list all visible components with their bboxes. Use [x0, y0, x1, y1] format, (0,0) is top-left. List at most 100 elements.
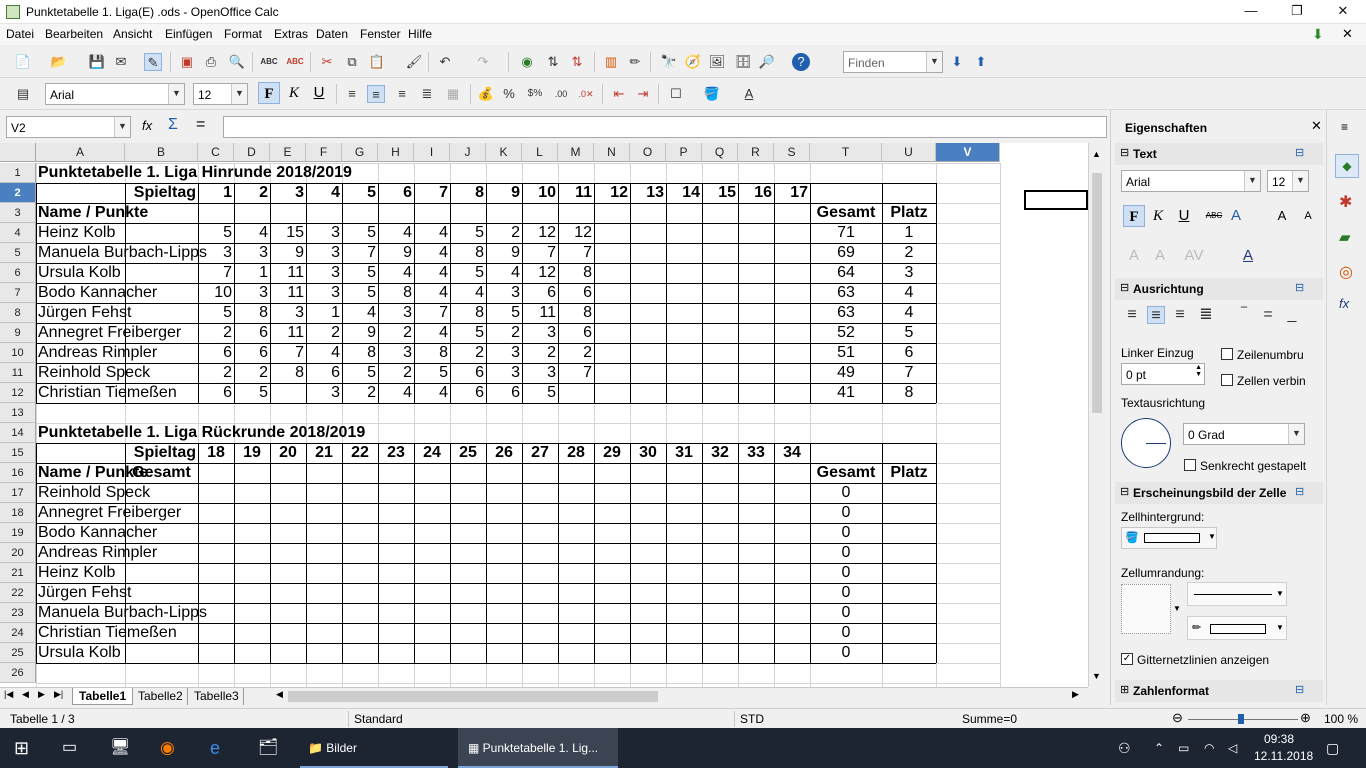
player-name[interactable]: Christian Tiemeßen [36, 623, 198, 643]
rank-cell[interactable]: 6 [882, 343, 936, 363]
points-cell[interactable]: 5 [342, 263, 378, 283]
label-spieltag[interactable]: Spieltag [36, 183, 198, 203]
points-cell[interactable]: 2 [378, 363, 414, 383]
column-header-l[interactable]: L [522, 143, 558, 162]
points-cell[interactable]: 5 [450, 223, 486, 243]
total-cell[interactable]: 0 [810, 563, 882, 583]
label-platz[interactable]: Platz [882, 203, 936, 223]
menu-datei[interactable]: Datei [6, 27, 34, 41]
collapse-icon[interactable]: ⊟ [1120, 281, 1129, 294]
merge-cells-icon[interactable]: ▦ [444, 85, 462, 103]
scroll-down-icon[interactable]: ▼ [1092, 671, 1101, 681]
row-header-5[interactable]: 5 [0, 243, 36, 263]
horizontal-scroll-thumb[interactable] [288, 691, 658, 702]
total-cell[interactable]: 0 [810, 583, 882, 603]
decrease-indent-icon[interactable]: ⇤ [610, 85, 628, 103]
merge-cells-checkbox[interactable] [1221, 374, 1233, 386]
menu-daten[interactable]: Daten [316, 27, 348, 41]
spieltag-number[interactable]: 18 [198, 443, 234, 463]
tray-arrow-icon[interactable]: ⌃ [1154, 728, 1164, 768]
update-icon[interactable]: ⬇ [1312, 26, 1324, 43]
selected-cell-v2[interactable] [1024, 190, 1088, 210]
column-header-j[interactable]: J [450, 143, 486, 162]
spieltag-number[interactable]: 12 [594, 183, 630, 203]
row-header-22[interactable]: 22 [0, 583, 36, 603]
points-cell[interactable]: 3 [234, 243, 270, 263]
row-header-20[interactable]: 20 [0, 543, 36, 563]
points-cell[interactable]: 3 [522, 323, 558, 343]
chart-icon[interactable]: ▥ [602, 53, 620, 71]
player-name[interactable]: Reinhold Speck [36, 363, 198, 383]
background-color-icon[interactable]: 🪣 [703, 85, 721, 103]
spieltag-number[interactable]: 19 [234, 443, 270, 463]
points-cell[interactable]: 3 [378, 343, 414, 363]
points-cell[interactable]: 4 [342, 303, 378, 323]
redo-icon[interactable]: ↷ [474, 53, 492, 71]
chevron-down-icon[interactable]: ▼ [231, 84, 247, 104]
column-header-n[interactable]: N [594, 143, 630, 162]
more-options-icon[interactable]: ⊟ [1295, 281, 1304, 294]
column-header-a[interactable]: A [36, 143, 125, 162]
points-cell[interactable]: 3 [306, 383, 342, 403]
sidebar-italic-button[interactable]: K [1147, 205, 1169, 227]
sidebar-shadow-button[interactable]: A [1225, 205, 1247, 227]
points-cell[interactable]: 6 [306, 363, 342, 383]
points-cell[interactable]: 5 [198, 303, 234, 323]
spieltag-number[interactable]: 13 [630, 183, 666, 203]
points-cell[interactable]: 7 [198, 263, 234, 283]
draw-functions-icon[interactable]: ✏ [626, 53, 644, 71]
points-cell[interactable]: 3 [198, 243, 234, 263]
sidebar-superscript-button[interactable]: A [1123, 245, 1145, 267]
points-cell[interactable]: 12 [522, 223, 558, 243]
points-cell[interactable]: 3 [234, 283, 270, 303]
rotation-dial[interactable] [1121, 418, 1171, 468]
close-document-icon[interactable]: ✕ [1342, 26, 1353, 42]
row-header-25[interactable]: 25 [0, 643, 36, 663]
row-header-9[interactable]: 9 [0, 323, 36, 343]
total-cell[interactable]: 0 [810, 623, 882, 643]
collapse-icon[interactable]: ⊟ [1120, 485, 1129, 498]
spieltag-number[interactable]: 17 [774, 183, 810, 203]
points-cell[interactable]: 10 [198, 283, 234, 303]
format-paintbrush-icon[interactable]: 🖌 [405, 53, 423, 71]
gallery-tab-icon[interactable]: ▰ [1339, 228, 1351, 246]
player-name[interactable]: Annegret Freiberger [36, 323, 198, 343]
edit-mode-icon[interactable]: ✎ [144, 53, 162, 71]
spieltag-number[interactable]: 9 [486, 183, 522, 203]
points-cell[interactable]: 2 [342, 383, 378, 403]
sidebar-subscript-button[interactable]: A [1149, 245, 1171, 267]
column-header-c[interactable]: C [198, 143, 234, 162]
task-view-icon[interactable]: ▭ [62, 728, 77, 768]
points-cell[interactable]: 2 [450, 343, 486, 363]
chevron-down-icon[interactable]: ▼ [1208, 532, 1216, 541]
currency-icon[interactable]: 💰 [477, 85, 495, 103]
points-cell[interactable]: 5 [450, 263, 486, 283]
tab-tabelle3[interactable]: Tabelle3 [190, 688, 244, 705]
points-cell[interactable]: 4 [450, 283, 486, 303]
points-cell[interactable]: 5 [342, 363, 378, 383]
spellcheck-icon[interactable]: ABC [260, 53, 278, 71]
firefox-icon[interactable]: ◉ [160, 728, 175, 768]
spieltag-number[interactable]: 5 [342, 183, 378, 203]
function-wizard-icon[interactable]: fx [142, 118, 152, 133]
points-cell[interactable]: 5 [450, 323, 486, 343]
player-name[interactable]: Andreas Rimpler [36, 543, 198, 563]
open-icon[interactable]: 📂 [50, 53, 68, 71]
spieltag-number[interactable]: 16 [738, 183, 774, 203]
row-header-26[interactable]: 26 [0, 663, 36, 683]
points-cell[interactable]: 4 [306, 343, 342, 363]
total-cell[interactable]: 64 [810, 263, 882, 283]
points-cell[interactable]: 2 [198, 363, 234, 383]
points-cell[interactable]: 4 [414, 323, 450, 343]
row-header-17[interactable]: 17 [0, 483, 36, 503]
row-header-12[interactable]: 12 [0, 383, 36, 403]
sidebar-valign-top-icon[interactable]: ‾ [1235, 306, 1253, 324]
align-right-icon[interactable]: ≡ [393, 85, 411, 103]
borders-icon[interactable]: ☐ [667, 85, 685, 103]
points-cell[interactable]: 2 [306, 323, 342, 343]
sidebar-align-center-icon[interactable]: ≡ [1147, 306, 1165, 324]
points-cell[interactable]: 3 [522, 363, 558, 383]
spieltag-number[interactable]: 24 [414, 443, 450, 463]
spieltag-number[interactable]: 15 [702, 183, 738, 203]
windows-start-icon[interactable]: ⊞ [14, 728, 29, 768]
